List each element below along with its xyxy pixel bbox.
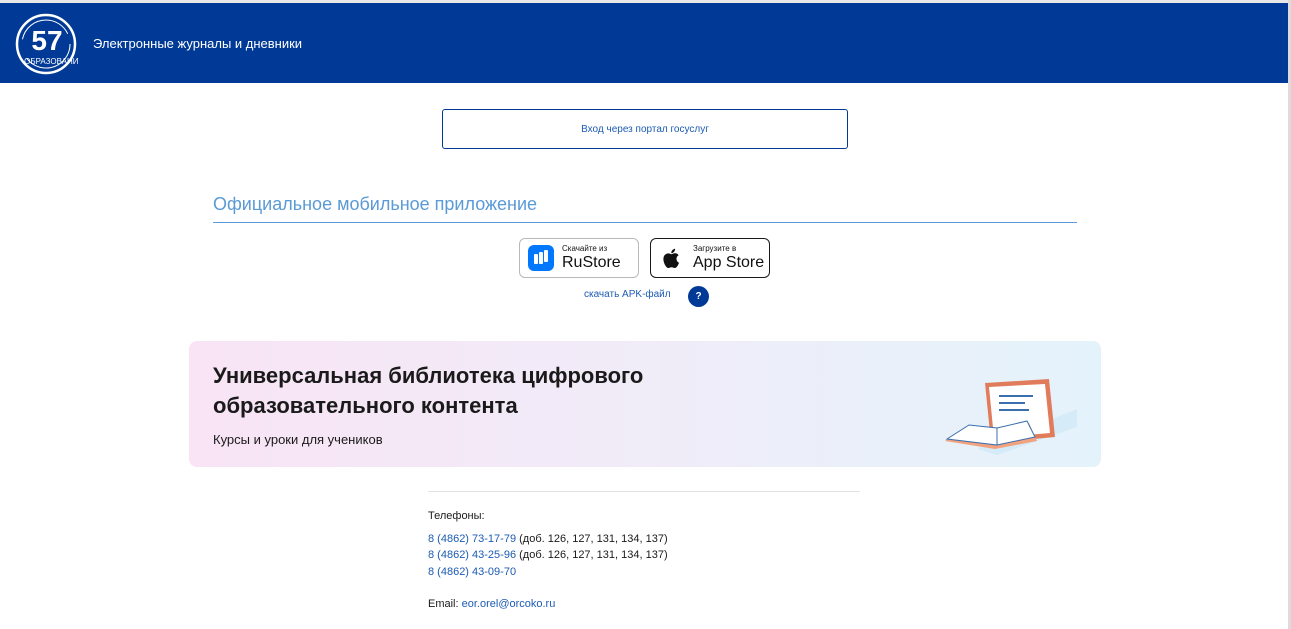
laptop-book-icon [945,379,1077,455]
phone-row: 8 (4862) 43-09-70 [428,566,516,578]
apple-icon [663,248,679,269]
phones-label: Телефоны: [428,510,485,522]
banner-title: Универсальная библиотека цифрового образ… [213,363,644,418]
phone-ext: (доб. 126, 127, 131, 134, 137) [516,533,668,545]
mobile-app-section-title: Официальное мобильное приложение [213,194,538,214]
header-title: Электронные журналы и дневники [93,36,303,51]
phone-row: 8 (4862) 73-17-79 (доб. 126, 127, 131, 1… [428,533,668,545]
page: 57 ОБРАЗОВАНИЕ Электронные журналы и дне… [0,0,1291,629]
banner-subtitle: Курсы и уроки для учеников [213,432,383,447]
rustore-big-label: RuStore [562,254,621,271]
email-link[interactable]: eor.orel@orcoko.ru [462,598,556,610]
rustore-small-label: Скачайте из [562,244,608,253]
digital-library-banner[interactable]: Универсальная библиотека цифрового образ… [189,341,1101,467]
logo-57-icon[interactable]: 57 ОБРАЗОВАНИЕ [14,12,78,76]
phone-link[interactable]: 8 (4862) 43-09-70 [428,566,516,578]
email-label: Email: [428,598,462,610]
section-divider [213,222,1077,223]
phone-link[interactable]: 8 (4862) 73-17-79 [428,533,516,545]
phone-ext: (доб. 126, 127, 131, 134, 137) [516,549,668,561]
appstore-small-label: Загрузите в [693,244,737,253]
gosuslugi-login-button[interactable]: Вход через портал госуслуг [442,109,848,149]
email-row: Email: eor.orel@orcoko.ru [428,598,555,610]
rustore-icon [528,245,554,271]
appstore-button[interactable]: Загрузите в App Store [650,238,770,278]
appstore-big-label: App Store [693,254,765,271]
logo-caption: ОБРАЗОВАНИЕ [24,57,78,66]
rustore-button[interactable]: Скачайте из RuStore [519,238,639,278]
logo-number: 57 [31,25,62,56]
download-apk-link[interactable]: скачать APK-файл [584,289,671,300]
footer-divider [428,491,860,492]
apk-help-button[interactable]: ? [688,286,709,307]
site-header: 57 ОБРАЗОВАНИЕ Электронные журналы и дне… [0,3,1288,83]
phone-link[interactable]: 8 (4862) 43-25-96 [428,549,516,561]
phone-row: 8 (4862) 43-25-96 (доб. 126, 127, 131, 1… [428,549,668,561]
